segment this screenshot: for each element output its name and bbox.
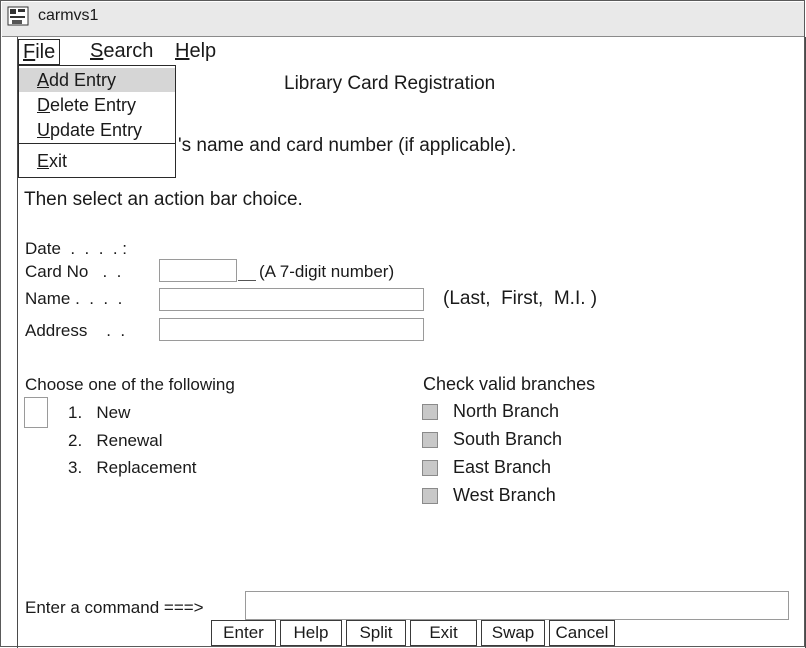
card-number-label: Card No . . [25, 262, 122, 281]
client-area: File Search Help Library Card Registrati… [17, 37, 806, 648]
update-entry-label: pdate Entry [50, 120, 143, 140]
file-dropdown-menu: Add Entry Delete Entry Update Entry Exit [18, 65, 176, 178]
choice-input[interactable] [24, 397, 48, 428]
menu-search[interactable]: Search [86, 39, 157, 63]
menu-search-label: earch [103, 40, 154, 62]
date-label: Date . . . . : [25, 239, 128, 258]
east-branch-checkbox[interactable] [422, 460, 438, 476]
west-branch-checkbox[interactable] [422, 488, 438, 504]
choice-renewal: 2. Renewal [68, 431, 163, 450]
name-hint: (Last, First, M.I. ) [443, 288, 598, 309]
swap-button[interactable]: Swap [481, 620, 545, 646]
update-entry-mnemonic: U [37, 120, 50, 140]
cancel-button[interactable]: Cancel [549, 620, 615, 646]
instruction-line-2: Then select an action bar choice. [24, 189, 303, 210]
enter-button[interactable]: Enter [211, 620, 276, 646]
menu-file[interactable]: File [18, 39, 61, 65]
title-bar: carmvs1 [2, 2, 804, 37]
south-branch-label: South Branch [453, 429, 563, 449]
menu-help-mnemonic: H [175, 40, 190, 62]
card-number-field[interactable] [159, 259, 237, 282]
instruction-line-1: 's name and card number (if applicable). [178, 135, 517, 156]
menu-item-delete-entry[interactable]: Delete Entry [19, 93, 175, 117]
window-title: carmvs1 [38, 7, 99, 24]
exit-label: xit [49, 151, 68, 171]
choose-heading: Choose one of the following [25, 375, 235, 394]
west-branch-label: West Branch [453, 485, 556, 505]
address-field[interactable] [159, 318, 424, 341]
south-branch-checkbox[interactable] [422, 432, 438, 448]
split-button[interactable]: Split [346, 620, 406, 646]
menu-file-label: ile [35, 41, 56, 63]
menu-bar: File Search Help [18, 37, 806, 65]
card-number-check-digit[interactable] [238, 280, 256, 281]
choice-new: 1. New [68, 403, 131, 422]
name-label: Name . . . . [25, 289, 123, 308]
east-branch-label: East Branch [453, 457, 552, 477]
menu-file-mnemonic: F [23, 41, 36, 63]
address-label: Address . . [25, 321, 126, 340]
exit-mnemonic: E [37, 151, 50, 171]
north-branch-label: North Branch [453, 401, 560, 421]
delete-entry-label: elete Entry [50, 95, 137, 115]
form-heading: Library Card Registration [284, 73, 496, 94]
name-field[interactable] [159, 288, 424, 311]
menu-search-mnemonic: S [90, 40, 104, 62]
choice-replacement: 3. Replacement [68, 458, 197, 477]
menu-item-add-entry[interactable]: Add Entry [19, 68, 175, 92]
add-entry-mnemonic: A [37, 70, 50, 90]
north-branch-checkbox[interactable] [422, 404, 438, 420]
card-number-underscore [237, 262, 246, 282]
menu-help-label: elp [189, 40, 217, 62]
menu-separator [19, 143, 175, 144]
card-number-hint: (A 7-digit number) [259, 262, 395, 281]
application-window: carmvs1 File Search Help Library Card Re… [0, 0, 806, 648]
command-input[interactable] [245, 591, 789, 620]
command-label: Enter a command ===> [25, 598, 204, 617]
menu-item-update-entry[interactable]: Update Entry [19, 118, 175, 142]
add-entry-label: dd Entry [49, 70, 117, 90]
menu-item-exit[interactable]: Exit [19, 149, 175, 173]
delete-entry-mnemonic: D [37, 95, 50, 115]
exit-button[interactable]: Exit [410, 620, 477, 646]
menu-help[interactable]: Help [171, 39, 220, 63]
app-icon[interactable] [7, 5, 29, 29]
help-button[interactable]: Help [280, 620, 342, 646]
branches-heading: Check valid branches [423, 374, 596, 394]
